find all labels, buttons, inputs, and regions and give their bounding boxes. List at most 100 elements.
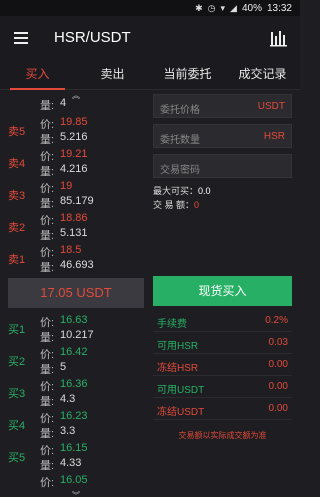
frozen-hsr-value: 0.00 [268,359,288,370]
price-label: 价: [40,445,55,457]
max-buy-value: 0.0 [198,186,211,196]
price-label: 价: [40,317,55,329]
status-bar: ✱ ◷ ▾ ◢ 40% 13:32 [0,0,300,16]
alarm-icon: ◷ [207,2,216,13]
qty-value: 4.33 [60,457,82,469]
frozen-usdt-label: 冻结USDT [157,407,205,418]
price-label: 价: [40,151,55,163]
buy-form: 委托价格 USDT 委托数量 HSR 交易密码 最大可买：0.0 交 易 额：0… [153,90,300,497]
qty-label: 量: [40,230,55,242]
frozen-usdt-value: 0.00 [268,403,288,414]
row-label: 卖3 [8,190,26,202]
trade-note: 交易额以实际成交额为准 [178,431,267,440]
sell-row-4[interactable]: 卖4 价: 19.21 量: 4.216 [0,146,150,178]
qty-value: 4.3 [60,393,76,405]
sell-row-5[interactable]: 卖5 价: 19.85 量: 5.216 [0,114,150,146]
qty-input[interactable]: 委托数量 HSR [153,124,292,148]
sell-row-3[interactable]: 卖3 价: 19 量: 85.179 [0,178,150,210]
order-book: ︽ 量: 4 卖5 价: 19.85 量: 5.216 卖4 价: 19.21 … [0,90,150,497]
fee-label: 手续费 [157,319,187,330]
wifi-icon: ▾ [220,2,226,13]
partial-row: 量: 4 [0,90,150,112]
clock: 13:32 [266,2,292,14]
price-value: 18.5 [60,244,82,256]
price-input[interactable]: 委托价格 USDT [153,94,292,118]
qty-label: 量: [40,198,55,210]
row-label: 卖1 [8,254,26,266]
chevron-down-icon[interactable]: ︾ [72,490,80,497]
price-label: 价: [40,381,55,393]
buy-row-5[interactable]: 买5 价: 16.15 量: 4.33 [0,440,150,472]
password-placeholder: 交易密码 [160,165,200,176]
trade-amount-label: 交 易 额： [153,200,195,210]
price-label: 价: [40,477,55,489]
qty-label: 量: [40,262,55,274]
frozen-hsr-label: 冻结HSR [157,363,199,374]
qty-value: 5.216 [60,131,88,143]
row-label: 买3 [8,388,26,400]
signal-icon: ◢ [230,2,237,13]
tab-open-orders[interactable]: 当前委托 [150,60,225,89]
trade-amount-value: 0 [194,200,200,210]
price-label: 价: [40,119,55,131]
buy-row-3[interactable]: 买3 价: 16.36 量: 4.3 [0,376,150,408]
price-value: 18.86 [60,212,88,224]
chart-icon[interactable] [270,29,288,47]
qty-label: 量: [40,364,55,376]
qty-label: 量: [40,100,55,112]
bluetooth-icon: ✱ [195,2,203,13]
tab-sell[interactable]: 卖出 [75,60,150,89]
qty-value: 10.217 [60,329,94,341]
qty-label: 量: [40,134,55,146]
price-label: 价: [40,413,55,425]
spot-buy-button[interactable]: 现货买入 [153,276,292,306]
row-label: 卖5 [8,126,26,138]
qty-value: 3.3 [60,425,76,437]
qty-label: 量: [40,428,55,440]
qty-label: 量: [40,460,55,472]
sell-row-1[interactable]: 卖1 价: 18.5 量: 46.693 [0,242,150,274]
qty-value: 4 [60,97,67,109]
frozen-hsr-row: 冻结HSR 0.00 [153,354,292,376]
qty-value: 4.216 [60,163,88,175]
price-label: 价: [40,183,55,195]
sell-row-2[interactable]: 卖2 价: 18.86 量: 5.131 [0,210,150,242]
qty-label: 量: [40,396,55,408]
buy-row-2[interactable]: 买2 价: 16.42 量: 5 [0,344,150,376]
tab-buy[interactable]: 买入 [0,60,75,90]
trade-amount: 交 易 额：0 [153,198,199,211]
page-title: HSR/USDT [54,29,131,46]
price-label: 价: [40,349,55,361]
trade-tabs: 买入 卖出 当前委托 成交记录 [0,60,300,90]
qty-value: 5 [60,361,67,373]
price-label: 价: [40,215,55,227]
price-value: 16.15 [60,442,88,454]
qty-label: 量: [40,166,55,178]
price-value: 16.05 [60,474,88,486]
price-value: 19.21 [60,148,88,160]
price-value: 16.23 [60,410,88,422]
price-placeholder: 委托价格 [160,105,200,116]
buy-row-4[interactable]: 买4 价: 16.23 量: 3.3 [0,408,150,440]
price-value: 16.36 [60,378,88,390]
qty-value: 46.693 [60,259,94,271]
qty-label: 量: [40,332,55,344]
fee-row: 手续费 0.2% [153,310,292,332]
max-buy: 最大可买：0.0 [153,184,211,197]
qty-value: 85.179 [60,195,94,207]
password-input[interactable]: 交易密码 [153,154,292,178]
price-value: 19 [60,180,73,192]
qty-value: 5.131 [60,227,88,239]
price-value: 16.42 [60,346,88,358]
frozen-usdt-row: 冻结USDT 0.00 [153,398,292,420]
max-buy-label: 最大可买： [153,186,199,196]
row-label: 买5 [8,452,26,464]
avail-hsr-value: 0.03 [268,337,288,348]
tab-trade-history[interactable]: 成交记录 [225,60,300,89]
buy-row-1[interactable]: 买1 价: 16.63 量: 10.217 [0,312,150,344]
price-label: 价: [40,247,55,259]
avail-usdt-value: 0.00 [268,381,288,392]
app-bar: HSR/USDT [0,16,300,60]
menu-icon[interactable] [14,32,28,44]
row-label: 买1 [8,324,26,336]
